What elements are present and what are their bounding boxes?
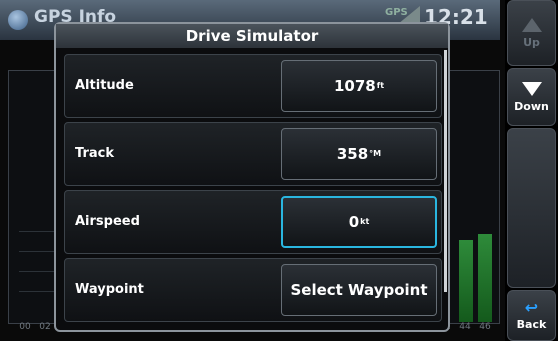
track-label: Track — [75, 146, 114, 161]
altitude-value-button[interactable]: 1078ft — [281, 60, 437, 112]
dialog-title: Drive Simulator — [56, 24, 448, 48]
airspeed-unit: kt — [360, 217, 370, 226]
softkey-column: Up Down ↩ Back — [505, 0, 558, 341]
blank-softkey — [507, 128, 556, 288]
axis-label: 46 — [479, 322, 491, 332]
altitude-unit: ft — [376, 81, 385, 90]
down-arrow-icon — [521, 81, 542, 96]
down-label: Down — [514, 99, 549, 113]
back-label: Back — [516, 318, 547, 331]
track-value-button[interactable]: 358°M — [281, 128, 437, 180]
up-label: Up — [523, 35, 540, 49]
axis-label: 02 — [39, 322, 51, 332]
back-arrow-icon: ↩ — [524, 298, 539, 317]
altitude-value: 1078 — [333, 77, 376, 95]
up-arrow-icon — [521, 17, 542, 32]
down-button[interactable]: Down — [507, 68, 556, 126]
up-button[interactable]: Up — [507, 0, 556, 66]
back-button[interactable]: ↩ Back — [507, 290, 556, 341]
drive-simulator-dialog: Drive Simulator Altitude 1078ft Track 35… — [54, 22, 450, 332]
airspeed-value-button[interactable]: 0kt — [281, 196, 437, 248]
track-value: 358 — [336, 145, 369, 163]
altitude-row: Altitude 1078ft — [64, 54, 442, 118]
axis-label: 00 — [19, 322, 31, 332]
altitude-label: Altitude — [75, 78, 134, 93]
dialog-scrollbar[interactable] — [444, 50, 447, 292]
track-row: Track 358°M — [64, 122, 442, 186]
airspeed-value: 0 — [348, 213, 360, 231]
signal-bar — [459, 240, 473, 322]
signal-bar — [478, 234, 492, 322]
axis-label: 44 — [459, 322, 471, 332]
airspeed-label: Airspeed — [75, 214, 140, 229]
airspeed-row: Airspeed 0kt — [64, 190, 442, 254]
waypoint-label: Waypoint — [75, 282, 144, 297]
gps-app-icon — [8, 10, 28, 30]
select-waypoint-button[interactable]: Select Waypoint — [281, 264, 437, 316]
waypoint-row: Waypoint Select Waypoint — [64, 258, 442, 322]
track-unit: °M — [369, 149, 382, 158]
